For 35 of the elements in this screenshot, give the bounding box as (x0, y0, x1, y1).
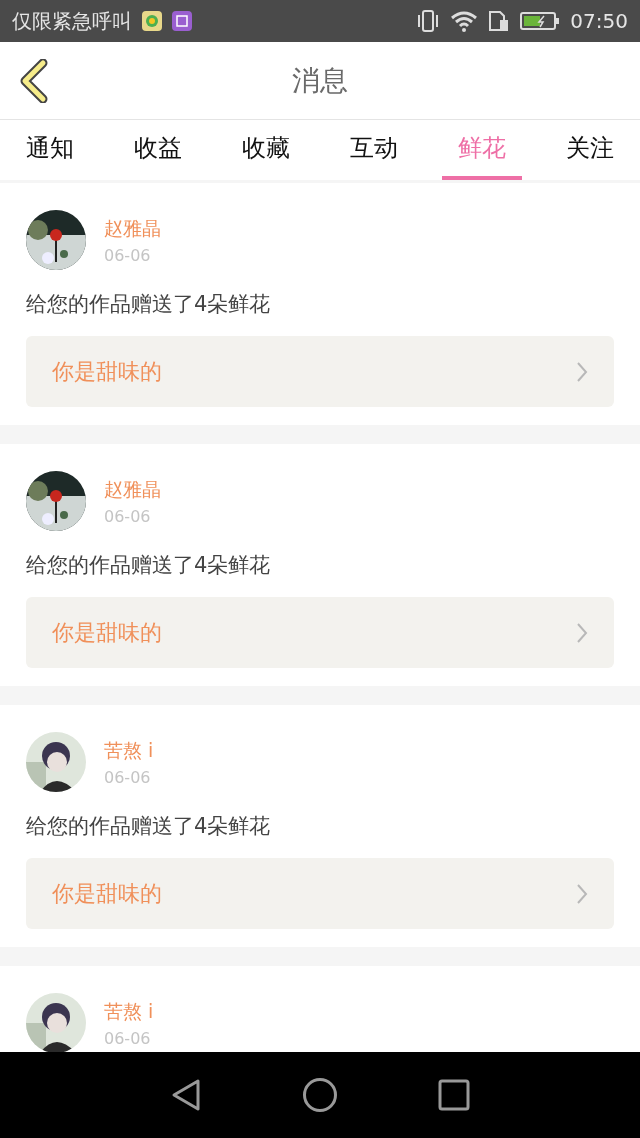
back-chevron-icon (19, 59, 49, 103)
message-text: 给您的作品赠送了4朵鲜花 (26, 291, 272, 318)
sender-name: 苦熬 i (104, 998, 154, 1024)
sender-name: 赵雅晶 (104, 476, 161, 502)
recents-nav-button[interactable] (438, 1079, 470, 1111)
sender-name: 苦熬 i (104, 737, 154, 763)
home-nav-button[interactable] (302, 1077, 338, 1113)
page-title: 消息 (292, 62, 348, 99)
message-date: 06-06 (104, 245, 152, 265)
wifi-icon (450, 10, 479, 32)
work-title: 你是甜味的 (52, 357, 162, 386)
work-title: 你是甜味的 (52, 879, 162, 908)
chevron-right-icon (576, 360, 588, 383)
vibrate-icon (416, 10, 441, 32)
status-text: 仅限紧急呼叫 (12, 7, 132, 35)
message-date: 06-06 (104, 506, 152, 526)
chevron-right-icon (576, 621, 588, 644)
music-app-icon (142, 11, 162, 31)
tab[interactable]: 通知 (10, 120, 90, 180)
message-text: 给您的作品赠送了4朵鲜花 (26, 813, 272, 840)
tab[interactable]: 收藏 (226, 120, 306, 180)
clock-time: 07:50 (570, 9, 628, 33)
chevron-right-icon (576, 882, 588, 905)
message-date: 06-06 (104, 767, 152, 787)
message-text: 给您的作品赠送了4朵鲜花 (26, 552, 272, 579)
tab[interactable]: 互动 (334, 120, 414, 180)
tab[interactable]: 关注 (550, 120, 630, 180)
sender-name: 赵雅晶 (104, 215, 161, 241)
message-date: 06-06 (104, 1028, 152, 1048)
sim-card-icon (488, 10, 511, 32)
work-title: 你是甜味的 (52, 618, 162, 647)
battery-icon (520, 11, 561, 31)
back-nav-button[interactable] (170, 1078, 202, 1112)
tab[interactable]: 收益 (118, 120, 198, 180)
gallery-app-icon (172, 11, 192, 31)
